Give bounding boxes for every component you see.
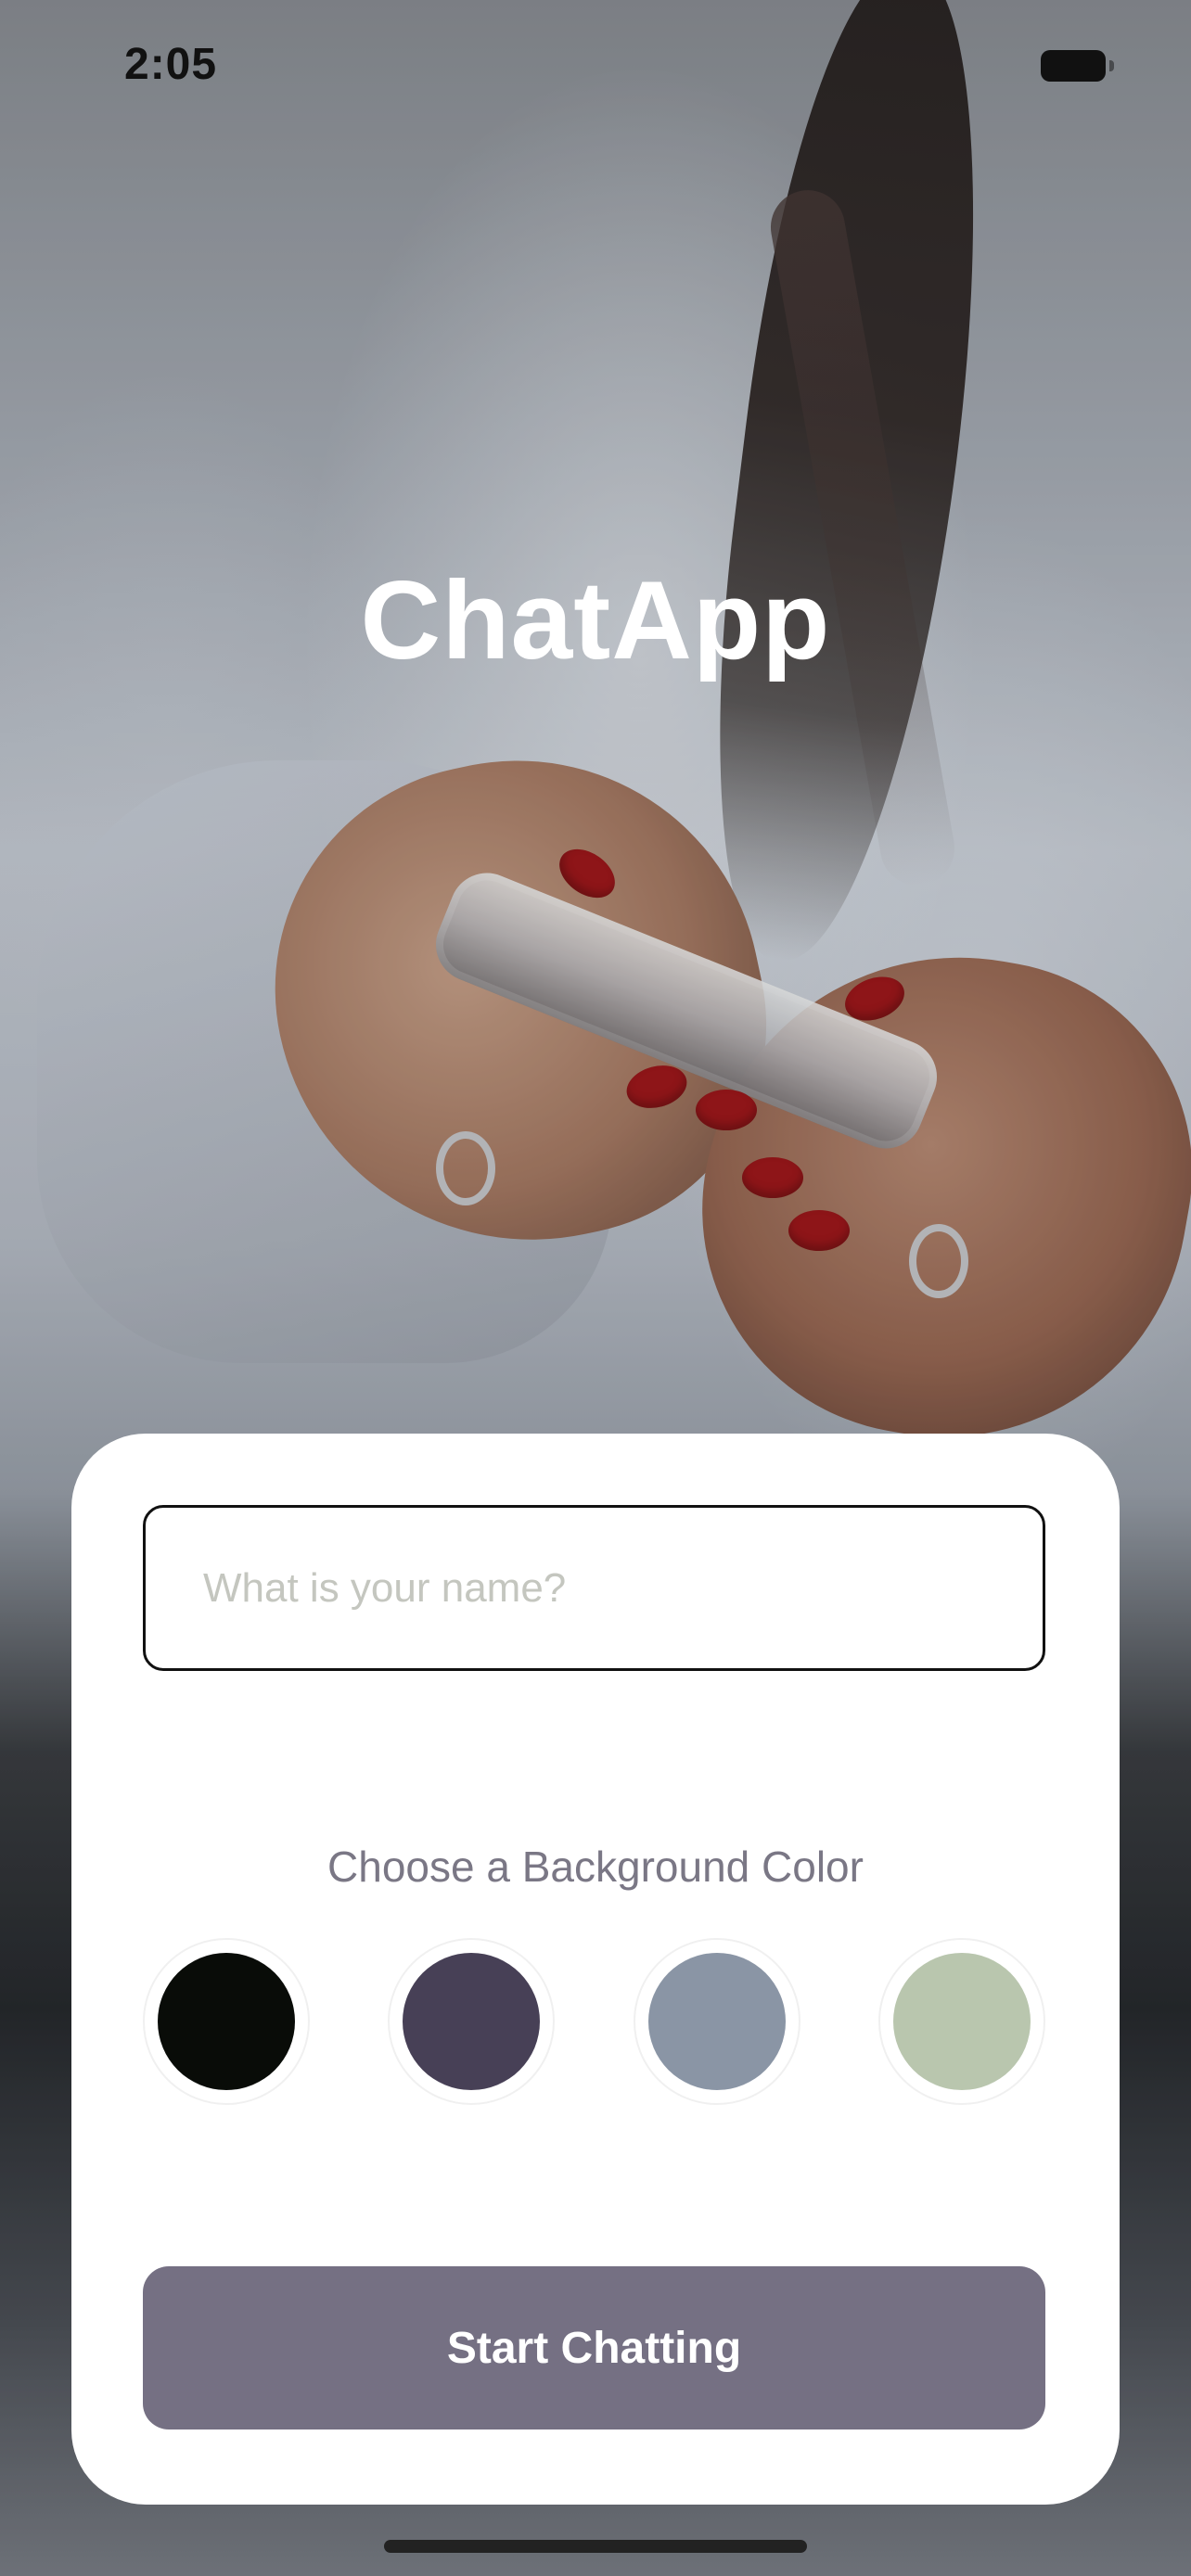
start-form-card: Choose a Background Color Start Chatting — [71, 1434, 1120, 2505]
name-input[interactable] — [143, 1505, 1045, 1671]
color-swatch-fill — [158, 1953, 295, 2090]
background-color-label: Choose a Background Color — [327, 1843, 864, 1891]
color-swatch-black[interactable] — [143, 1938, 310, 2105]
color-swatch-dark-gray[interactable] — [388, 1938, 555, 2105]
battery-icon — [1041, 50, 1114, 82]
color-swatch-group — [143, 1938, 1045, 2105]
color-swatch-fill — [893, 1953, 1031, 2090]
start-chatting-button[interactable]: Start Chatting — [143, 2266, 1045, 2429]
status-bar-time: 2:05 — [124, 40, 218, 89]
color-swatch-fill — [403, 1953, 540, 2090]
home-indicator — [384, 2540, 807, 2553]
color-swatch-sage-green[interactable] — [878, 1938, 1045, 2105]
app-title: ChatApp — [360, 558, 831, 682]
color-swatch-blue-gray[interactable] — [634, 1938, 800, 2105]
color-swatch-fill — [648, 1953, 786, 2090]
